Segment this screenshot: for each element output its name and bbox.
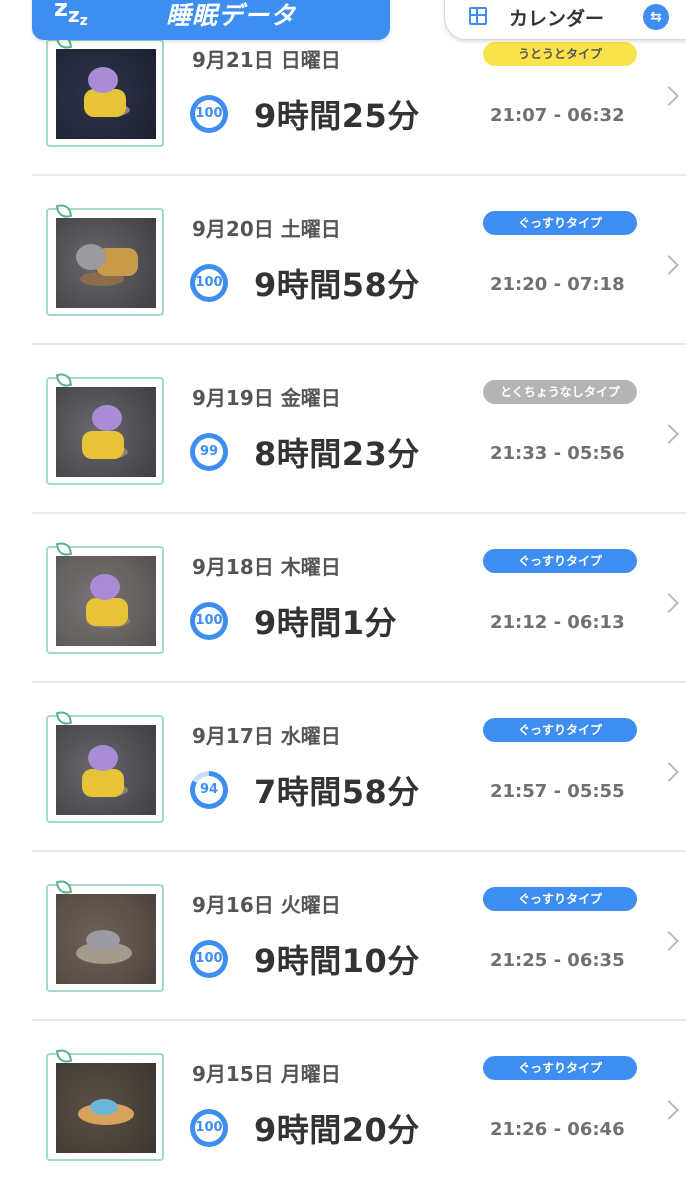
- sleep-entry-row[interactable]: 9月16日 火曜日 100 9時間10分 ぐっすりタイプ 21:25 - 06:…: [0, 852, 686, 1021]
- sleep-entry-row[interactable]: 9月19日 金曜日 99 8時間23分 とくちょうなしタイプ 21:33 - 0…: [0, 345, 686, 514]
- sleep-thumbnail: [46, 540, 164, 654]
- entry-date: 9月19日 金曜日: [192, 386, 341, 410]
- sleep-zzz-icon: zzz: [54, 0, 88, 29]
- sleep-score: 100: [195, 945, 223, 973]
- sleep-duration: 9時間10分: [254, 942, 420, 980]
- sleep-duration: 9時間25分: [254, 97, 420, 135]
- sleep-entry-row[interactable]: 9月20日 土曜日 100 9時間58分 ぐっすりタイプ 21:20 - 07:…: [0, 176, 686, 345]
- swap-icon[interactable]: ⇆: [643, 4, 669, 30]
- sleep-duration: 9時間1分: [254, 604, 398, 642]
- sleep-type-badge: とくちょうなしタイプ: [483, 380, 637, 404]
- sleep-time-range: 21:07 - 06:32: [490, 105, 625, 126]
- leaf-icon: [55, 1047, 73, 1065]
- chevron-right-icon: [659, 424, 679, 444]
- sleep-score-ring: 100: [190, 602, 228, 640]
- calendar-label: カレンダー: [509, 8, 605, 30]
- sleep-score-ring: 99: [190, 433, 228, 471]
- sleep-time-range: 21:12 - 06:13: [490, 612, 625, 633]
- sleep-duration: 7時間58分: [254, 773, 420, 811]
- sleep-thumbnail: [46, 202, 164, 316]
- sleep-thumbnail: [46, 33, 164, 147]
- entry-date: 9月15日 月曜日: [192, 1062, 341, 1086]
- sleep-score-ring: 100: [190, 95, 228, 133]
- chevron-right-icon: [659, 762, 679, 782]
- sleep-entry-row[interactable]: 9月17日 水曜日 94 7時間58分 ぐっすりタイプ 21:57 - 05:5…: [0, 683, 686, 852]
- sleep-entry-row[interactable]: 9月15日 月曜日 100 9時間20分 ぐっすりタイプ 21:26 - 06:…: [0, 1021, 686, 1190]
- leaf-icon: [55, 371, 73, 389]
- sleep-duration: 9時間20分: [254, 1111, 420, 1149]
- sleep-score: 99: [195, 438, 223, 466]
- sleep-duration: 9時間58分: [254, 266, 420, 304]
- leaf-icon: [55, 709, 73, 727]
- sleep-score-ring: 100: [190, 940, 228, 978]
- sleep-score-ring: 94: [190, 771, 228, 809]
- leaf-icon: [55, 540, 73, 558]
- calendar-icon: [469, 7, 487, 25]
- chevron-right-icon: [659, 931, 679, 951]
- sleep-time-range: 21:20 - 07:18: [490, 274, 625, 295]
- sleep-score: 100: [195, 607, 223, 635]
- calendar-button[interactable]: カレンダー ⇆: [444, 0, 686, 40]
- sleep-type-badge: うとうとタイプ: [483, 42, 637, 66]
- sleep-time-range: 21:33 - 05:56: [490, 443, 625, 464]
- chevron-right-icon: [659, 255, 679, 275]
- header-bar: zzz 睡眠データ カレンダー ⇆: [0, 0, 686, 44]
- sleep-entry-row[interactable]: 9月18日 木曜日 100 9時間1分 ぐっすりタイプ 21:12 - 06:1…: [0, 514, 686, 683]
- sleep-type-badge: ぐっすりタイプ: [483, 549, 637, 573]
- sleep-type-badge: ぐっすりタイプ: [483, 887, 637, 911]
- chevron-right-icon: [659, 593, 679, 613]
- sleep-time-range: 21:25 - 06:35: [490, 950, 625, 971]
- entry-date: 9月21日 日曜日: [192, 48, 341, 72]
- sleep-thumbnail: [46, 1047, 164, 1161]
- sleep-time-range: 21:57 - 05:55: [490, 781, 625, 802]
- sleep-type-badge: ぐっすりタイプ: [483, 1056, 637, 1080]
- page-title: 睡眠データ: [166, 1, 297, 30]
- sleep-thumbnail: [46, 878, 164, 992]
- sleep-score-ring: 100: [190, 1109, 228, 1147]
- sleep-thumbnail: [46, 709, 164, 823]
- leaf-icon: [55, 202, 73, 220]
- sleep-type-badge: ぐっすりタイプ: [483, 211, 637, 235]
- sleep-score: 100: [195, 269, 223, 297]
- sleep-time-range: 21:26 - 06:46: [490, 1119, 625, 1140]
- chevron-right-icon: [659, 1100, 679, 1120]
- sleep-duration: 8時間23分: [254, 435, 420, 473]
- leaf-icon: [55, 878, 73, 896]
- sleep-data-tab[interactable]: zzz 睡眠データ: [32, 0, 390, 40]
- sleep-score: 94: [195, 776, 223, 804]
- entry-date: 9月17日 水曜日: [192, 724, 341, 748]
- sleep-score-ring: 100: [190, 264, 228, 302]
- sleep-thumbnail: [46, 371, 164, 485]
- entry-date: 9月20日 土曜日: [192, 217, 341, 241]
- entry-date: 9月16日 火曜日: [192, 893, 341, 917]
- entry-date: 9月18日 木曜日: [192, 555, 341, 579]
- chevron-right-icon: [659, 86, 679, 106]
- sleep-type-badge: ぐっすりタイプ: [483, 718, 637, 742]
- sleep-score: 100: [195, 100, 223, 128]
- sleep-score: 100: [195, 1114, 223, 1142]
